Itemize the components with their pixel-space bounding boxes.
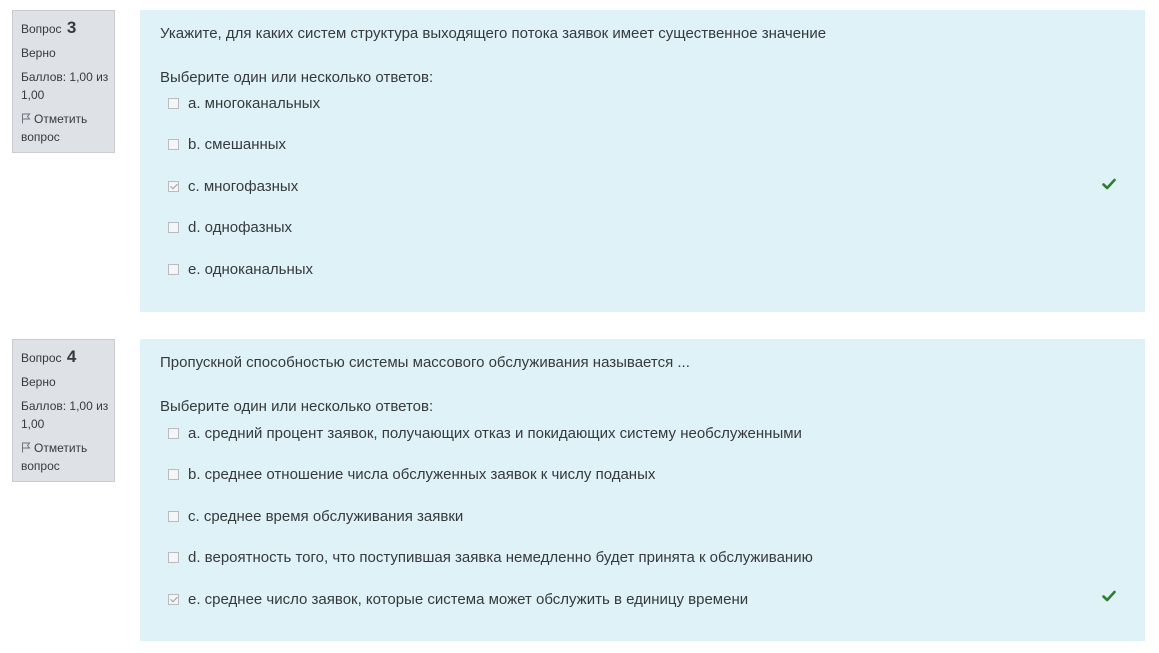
answer-checkbox[interactable] — [168, 427, 179, 439]
question-text: Укажите, для каких систем структура выхо… — [160, 25, 827, 42]
answer-label[interactable]: d. однофазных — [188, 219, 292, 236]
answer-checkbox[interactable] — [168, 97, 179, 109]
answer-label[interactable]: a. средний процент заявок, получающих от… — [188, 425, 802, 442]
question-number-value: 4 — [66, 347, 77, 366]
answer-label[interactable]: e. одноканальных — [188, 261, 313, 278]
question-content: Укажите, для каких систем структура выхо… — [140, 10, 1145, 312]
answer-label[interactable]: e. среднее число заявок, которые система… — [188, 591, 748, 608]
quiz-review-page: Вопрос 3 Верно Баллов: 1,00 из 1,00 Отме… — [0, 0, 1159, 653]
answer-option[interactable]: b. смешанных — [168, 133, 286, 155]
answer-label[interactable]: c. многофазных — [188, 178, 298, 195]
answer-prompt: Выберите один или несколько ответов: — [160, 69, 434, 86]
check-icon — [1102, 590, 1116, 602]
flag-question-link[interactable]: Отметить вопрос — [21, 110, 114, 146]
answer-checkbox-checked[interactable] — [168, 180, 179, 192]
answer-checkbox-checked[interactable] — [168, 593, 179, 605]
answer-option[interactable]: c. многофазных — [168, 175, 298, 197]
answer-option[interactable]: e. среднее число заявок, которые система… — [168, 588, 748, 610]
answer-option[interactable]: d. однофазных — [168, 216, 292, 238]
answer-label[interactable]: c. среднее время обслуживания заявки — [188, 508, 463, 525]
answer-option[interactable]: a. многоканальных — [168, 92, 320, 114]
question-number: Вопрос 4 — [21, 348, 114, 367]
question-info: Вопрос 3 Верно Баллов: 1,00 из 1,00 Отме… — [12, 10, 115, 153]
question-3: Вопрос 3 Верно Баллов: 1,00 из 1,00 Отме… — [0, 10, 1159, 312]
question-grade: Баллов: 1,00 из 1,00 — [21, 70, 109, 102]
answer-option[interactable]: c. среднее время обслуживания заявки — [168, 505, 463, 527]
answer-checkbox[interactable] — [168, 468, 179, 480]
question-state: Верно — [21, 46, 56, 60]
answer-option[interactable]: d. вероятность того, что поступившая зая… — [168, 546, 813, 568]
question-number-label: Вопрос — [21, 22, 62, 36]
question-number: Вопрос 3 — [21, 19, 114, 38]
question-number-label: Вопрос — [21, 351, 62, 365]
answer-label[interactable]: d. вероятность того, что поступившая зая… — [188, 549, 813, 566]
flag-question-link[interactable]: Отметить вопрос — [21, 439, 114, 475]
question-content: Пропускной способностью системы массовог… — [140, 339, 1145, 641]
answer-label[interactable]: b. смешанных — [188, 136, 286, 153]
question-grade: Баллов: 1,00 из 1,00 — [21, 399, 109, 431]
question-4: Вопрос 4 Верно Баллов: 1,00 из 1,00 Отме… — [0, 339, 1159, 641]
flag-icon — [22, 113, 31, 124]
answer-option[interactable]: e. одноканальных — [168, 258, 313, 280]
answer-checkbox[interactable] — [168, 138, 179, 150]
answer-checkbox[interactable] — [168, 510, 179, 522]
question-text: Пропускной способностью системы массовог… — [160, 354, 690, 371]
answer-checkbox[interactable] — [168, 221, 179, 233]
answer-label[interactable]: b. среднее отношение числа обслуженных з… — [188, 466, 655, 483]
question-info: Вопрос 4 Верно Баллов: 1,00 из 1,00 Отме… — [12, 339, 115, 482]
answer-prompt: Выберите один или несколько ответов: — [160, 398, 434, 415]
answer-checkbox[interactable] — [168, 263, 179, 275]
check-icon — [1102, 178, 1116, 190]
flag-icon — [22, 442, 31, 453]
question-state: Верно — [21, 375, 56, 389]
question-number-value: 3 — [66, 18, 77, 37]
answer-checkbox[interactable] — [168, 551, 179, 563]
answer-option[interactable]: a. средний процент заявок, получающих от… — [168, 422, 802, 444]
answer-option[interactable]: b. среднее отношение числа обслуженных з… — [168, 463, 655, 485]
answer-label[interactable]: a. многоканальных — [188, 95, 320, 112]
